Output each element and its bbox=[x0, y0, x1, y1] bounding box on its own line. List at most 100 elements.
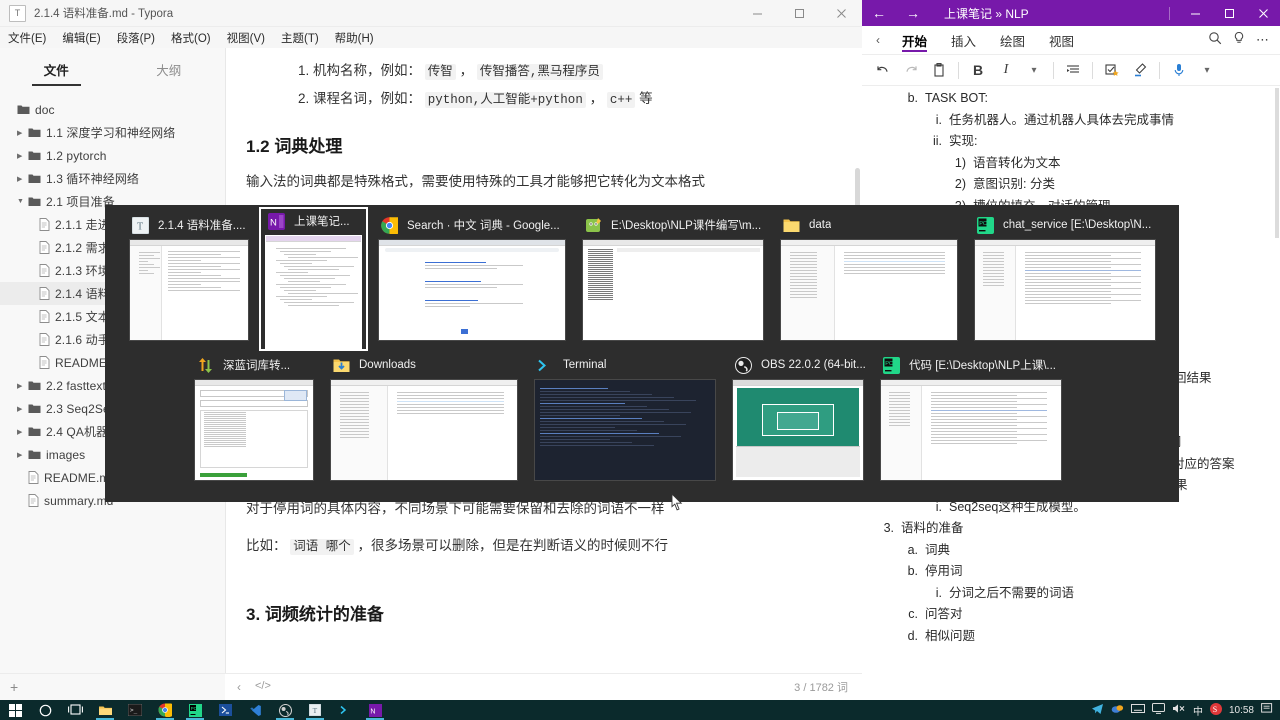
notification-icon[interactable] bbox=[1261, 702, 1274, 718]
sogou-icon[interactable]: S bbox=[1209, 702, 1222, 718]
alt-tab-thumbnail[interactable] bbox=[780, 239, 958, 341]
tab-files[interactable]: 文件 bbox=[31, 60, 81, 86]
file-explorer-icon[interactable] bbox=[90, 700, 120, 720]
menu-theme[interactable]: 主题(T) bbox=[281, 30, 319, 46]
redo-icon[interactable] bbox=[898, 57, 924, 83]
alt-tab-item[interactable]: Downloads bbox=[326, 353, 522, 481]
paragraph-dict-format: 输入法的词典都是特殊格式，需要使用特殊的工具才能够把它转化为文本格式 bbox=[246, 174, 705, 189]
chevron-right-icon[interactable]: ▶ bbox=[17, 129, 28, 137]
alt-tab-item[interactable]: data bbox=[776, 213, 962, 349]
search-icon[interactable] bbox=[1208, 31, 1222, 50]
alt-tab-thumbnail[interactable] bbox=[194, 379, 314, 481]
todo-tag-icon[interactable] bbox=[1099, 57, 1125, 83]
tab-view[interactable]: 视图 bbox=[1049, 26, 1074, 54]
chevron-right-icon[interactable]: ▶ bbox=[17, 451, 28, 459]
tab-insert[interactable]: 插入 bbox=[951, 26, 976, 54]
menu-edit[interactable]: 编辑(E) bbox=[62, 30, 100, 46]
typora-icon[interactable]: T bbox=[300, 700, 330, 720]
alt-tab-item[interactable]: Terminal bbox=[530, 353, 720, 481]
onenote-icon[interactable]: N bbox=[360, 700, 390, 720]
chevron-right-icon[interactable]: ▶ bbox=[17, 175, 28, 183]
pycharm-icon[interactable]: PC bbox=[180, 700, 210, 720]
menu-paragraph[interactable]: 段落(P) bbox=[117, 30, 155, 46]
terminal-icon[interactable] bbox=[330, 700, 360, 720]
lightbulb-icon[interactable] bbox=[1232, 31, 1246, 50]
vscode-icon[interactable] bbox=[240, 700, 270, 720]
alt-tab-thumbnail[interactable] bbox=[582, 239, 764, 341]
tab-outline[interactable]: 大纲 bbox=[156, 60, 181, 86]
onenote-scrollbar[interactable] bbox=[1275, 88, 1279, 238]
close-icon[interactable] bbox=[820, 0, 862, 26]
file-tree-folder[interactable]: ▶ 1.1 深度学习和神经网络 bbox=[0, 121, 225, 144]
chevron-down-icon[interactable]: ▾ bbox=[1021, 57, 1047, 83]
cloud-icon[interactable] bbox=[1111, 703, 1124, 717]
alt-tab-thumbnail[interactable] bbox=[265, 235, 362, 349]
alt-tab-item[interactable]: OBS 22.0.2 (64-bit... bbox=[728, 353, 868, 481]
display-icon[interactable] bbox=[1151, 703, 1165, 717]
add-icon[interactable]: + bbox=[10, 679, 18, 695]
chevron-right-icon[interactable]: ▶ bbox=[17, 382, 28, 390]
pycharm-icon: PC bbox=[882, 356, 901, 375]
forward-arrow-icon[interactable]: → bbox=[896, 0, 930, 26]
maximize-icon[interactable] bbox=[1212, 0, 1246, 26]
menu-help[interactable]: 帮助(H) bbox=[335, 30, 374, 46]
clipboard-icon[interactable] bbox=[926, 57, 952, 83]
obs-icon[interactable] bbox=[270, 700, 300, 720]
alt-tab-thumbnail[interactable] bbox=[330, 379, 518, 481]
dictate-icon[interactable] bbox=[1166, 57, 1192, 83]
minimize-icon[interactable] bbox=[1178, 0, 1212, 26]
alt-tab-item-header: OBS 22.0.2 (64-bit... bbox=[728, 353, 868, 377]
bold-icon[interactable]: B bbox=[965, 57, 991, 83]
telegram-icon[interactable] bbox=[1091, 703, 1104, 718]
menu-view[interactable]: 视图(V) bbox=[227, 30, 265, 46]
alt-tab-item[interactable]: E:\Desktop\NLP课件编写\m... bbox=[578, 213, 768, 349]
back-arrow-icon[interactable]: ← bbox=[862, 0, 896, 26]
file-tree-folder[interactable]: ▶ 1.3 循环神经网络 bbox=[0, 167, 225, 190]
keyboard-icon[interactable] bbox=[1130, 704, 1145, 716]
chevron-right-icon[interactable]: ▶ bbox=[17, 405, 28, 413]
alt-tab-thumbnail[interactable] bbox=[378, 239, 566, 341]
source-code-icon[interactable]: </> bbox=[255, 680, 271, 694]
command-prompt-icon[interactable]: >_ bbox=[120, 700, 150, 720]
alt-tab-thumbnail[interactable] bbox=[880, 379, 1062, 481]
minimize-icon[interactable] bbox=[736, 0, 778, 26]
chevron-down-icon-2[interactable]: ▾ bbox=[1194, 57, 1220, 83]
chevron-right-icon[interactable]: ▶ bbox=[17, 152, 28, 160]
tab-draw[interactable]: 绘图 bbox=[1000, 26, 1025, 54]
indent-icon[interactable] bbox=[1060, 57, 1086, 83]
alt-tab-thumbnail[interactable] bbox=[534, 379, 716, 481]
chevron-down-icon[interactable]: ▼ bbox=[17, 198, 28, 205]
highlighter-icon[interactable] bbox=[1127, 57, 1153, 83]
chevron-right-icon[interactable]: ▶ bbox=[17, 428, 28, 436]
menu-file[interactable]: 文件(E) bbox=[8, 30, 46, 46]
start-icon[interactable] bbox=[0, 700, 30, 720]
close-icon[interactable] bbox=[1246, 0, 1280, 26]
file-tree-folder[interactable]: doc bbox=[0, 98, 225, 121]
taskbar-clock[interactable]: 10:58 bbox=[1229, 705, 1254, 716]
file-tree-folder[interactable]: ▶ 1.2 pytorch bbox=[0, 144, 225, 167]
alt-tab-item[interactable]: 深蓝词库转... bbox=[190, 353, 318, 481]
alt-tab-item[interactable]: T 2.1.4 语料准备.... bbox=[125, 213, 253, 349]
menu-format[interactable]: 格式(O) bbox=[171, 30, 211, 46]
alt-tab-thumbnail[interactable] bbox=[732, 379, 864, 481]
alt-tab-item[interactable]: Search · 中文 词典 - Google... bbox=[374, 213, 570, 349]
ellipsis-icon[interactable]: ⋯ bbox=[1256, 32, 1270, 48]
maximize-icon[interactable] bbox=[778, 0, 820, 26]
tab-home[interactable]: 开始 bbox=[902, 26, 928, 54]
alt-tab-thumbnail[interactable] bbox=[129, 239, 249, 341]
italic-icon[interactable]: I bbox=[993, 57, 1019, 83]
cortana-icon[interactable] bbox=[30, 700, 60, 720]
chrome-icon[interactable] bbox=[150, 700, 180, 720]
powershell-icon[interactable] bbox=[210, 700, 240, 720]
ime-chinese-icon[interactable]: 中 bbox=[1193, 703, 1203, 718]
alt-tab-item[interactable]: N 上课笔记... bbox=[259, 207, 368, 351]
alt-tab-thumbnail[interactable] bbox=[974, 239, 1156, 341]
undo-icon[interactable] bbox=[870, 57, 896, 83]
chevron-left-icon[interactable]: ‹ bbox=[237, 680, 241, 694]
task-view-icon[interactable] bbox=[60, 700, 90, 720]
alt-tab-item[interactable]: PC chat_service [E:\Desktop\N... bbox=[970, 213, 1160, 349]
volume-muted-icon[interactable] bbox=[1172, 703, 1186, 717]
folder-icon bbox=[28, 380, 41, 391]
alt-tab-item[interactable]: PC 代码 [E:\Desktop\NLP上课\... bbox=[876, 353, 1066, 481]
chevron-left-icon[interactable]: ‹ bbox=[866, 33, 890, 47]
